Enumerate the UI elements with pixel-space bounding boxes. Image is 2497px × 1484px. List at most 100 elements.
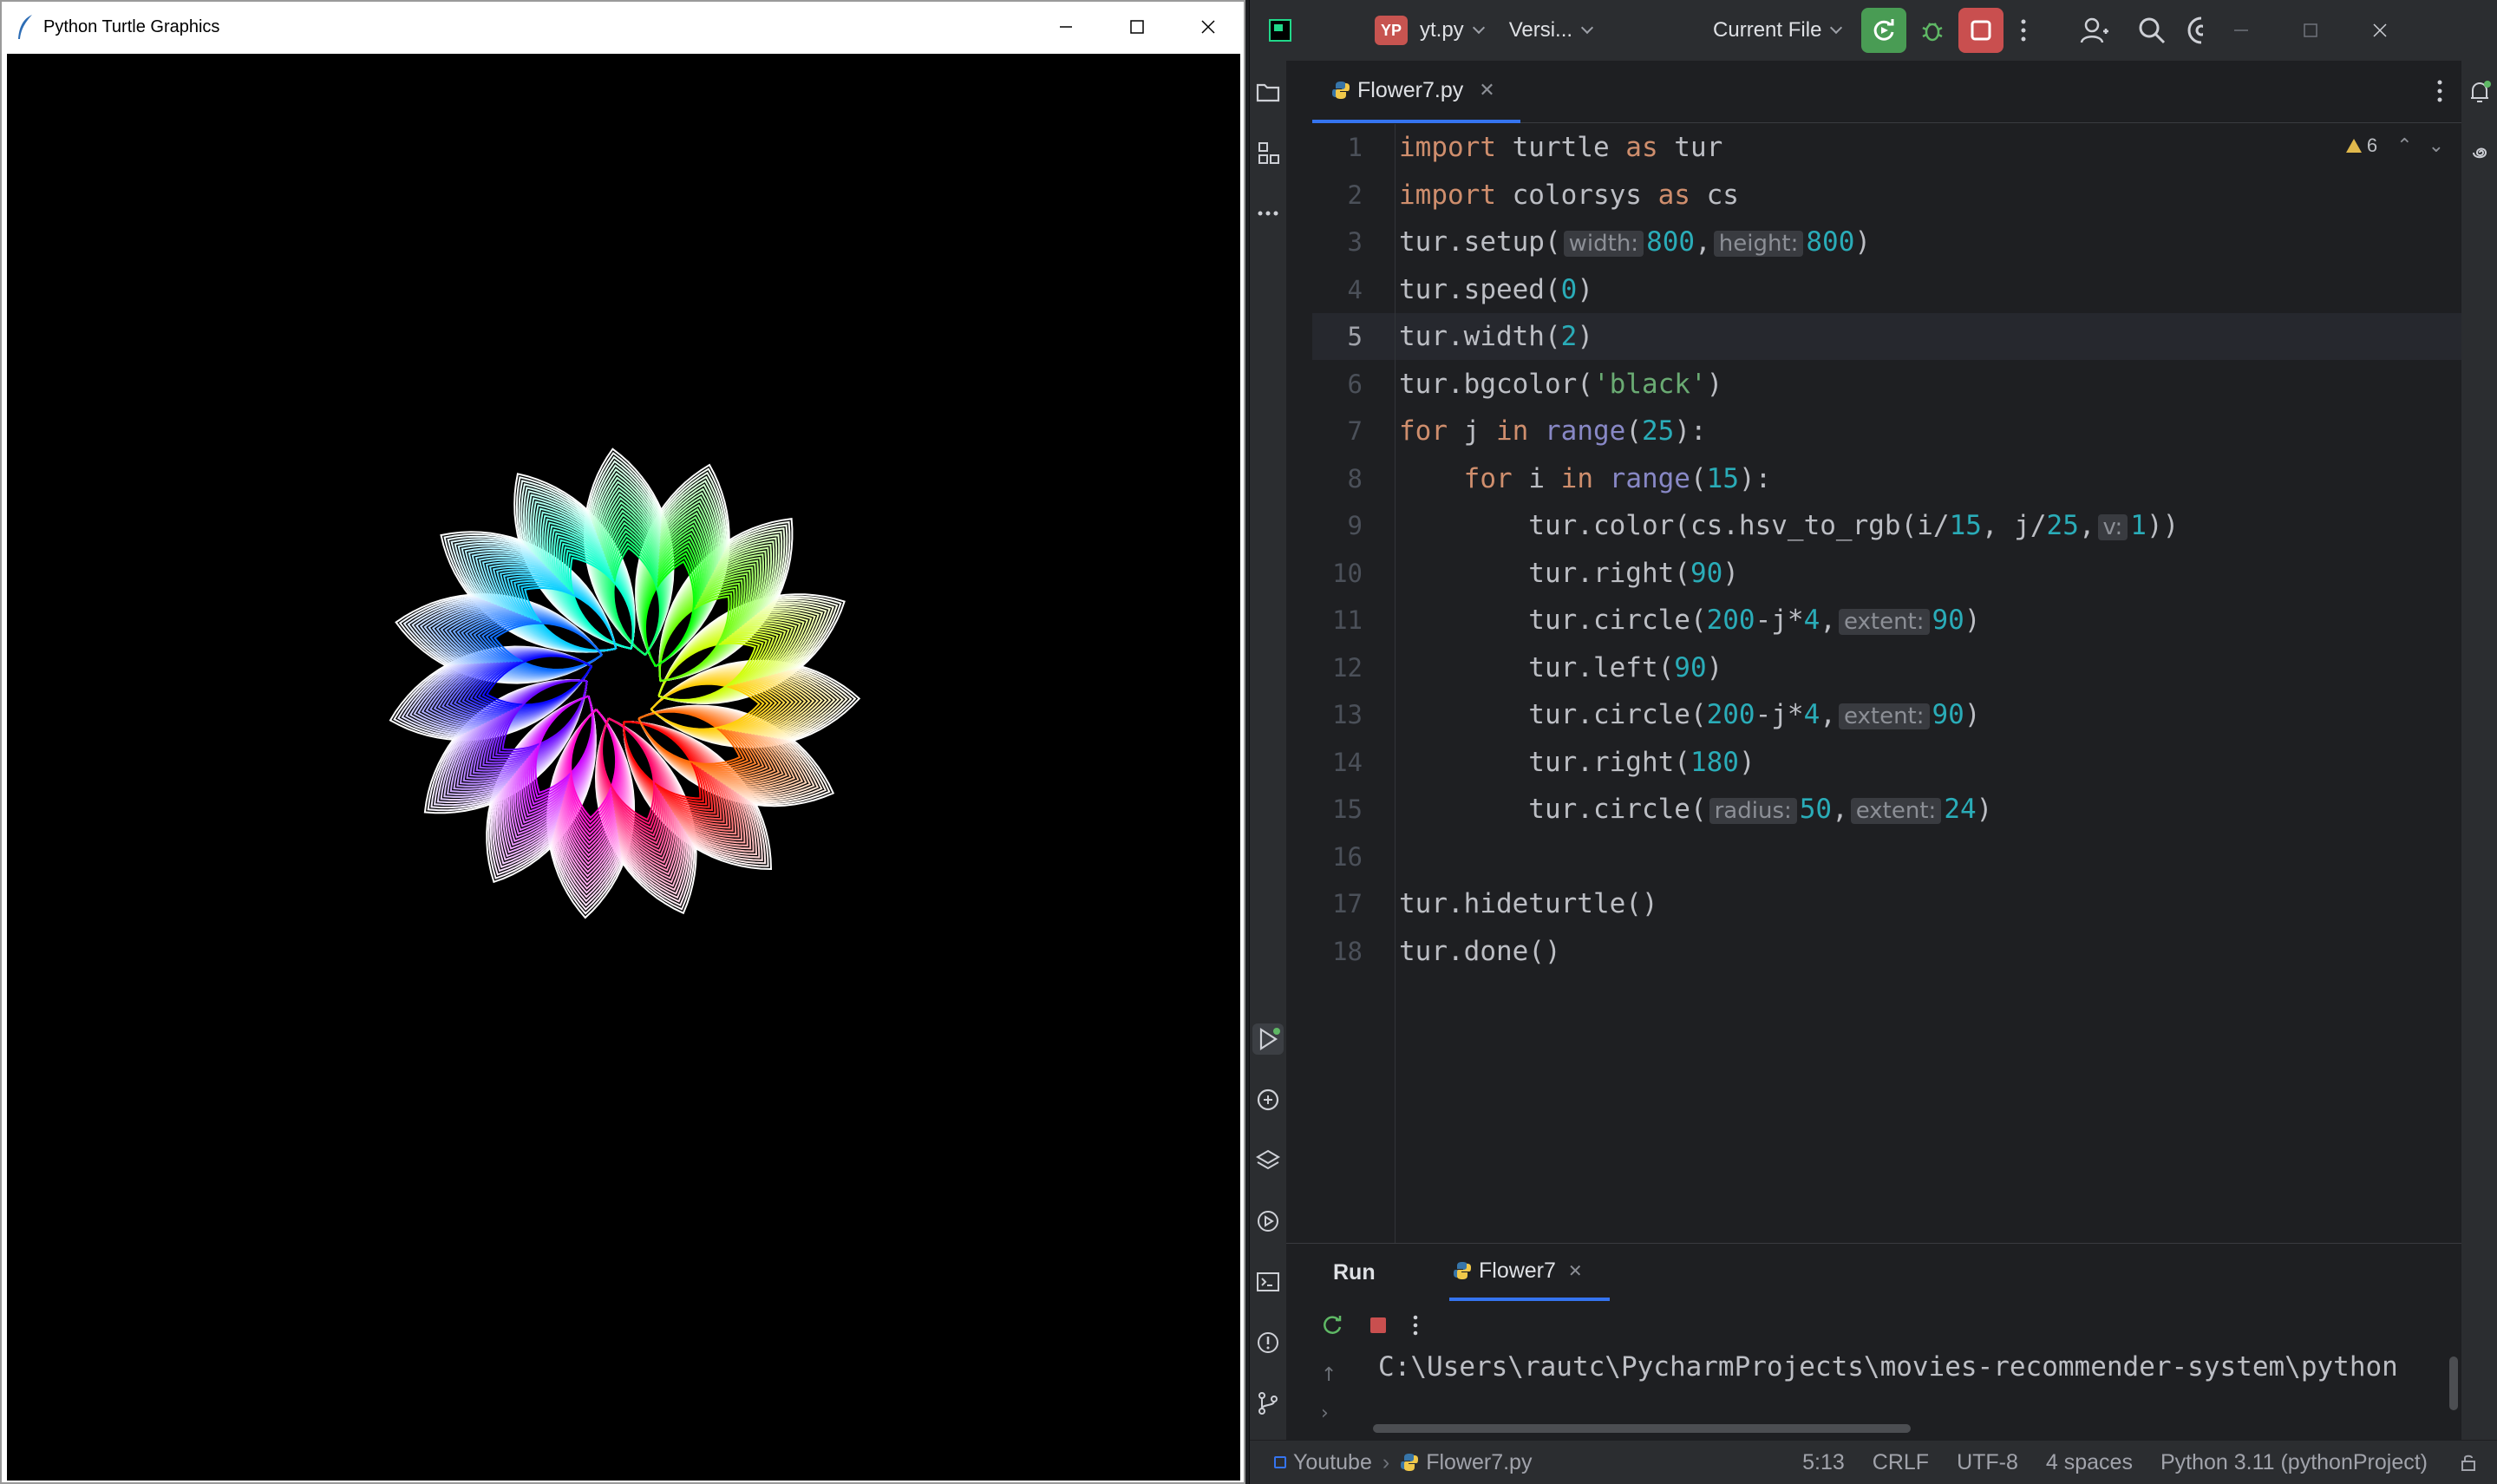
ide-maximize-button[interactable] bbox=[2302, 0, 2319, 61]
code-text: tur.bgcolor('black') bbox=[1399, 369, 1722, 400]
chevron-down-icon[interactable]: ⌄ bbox=[2428, 134, 2444, 157]
search-button[interactable] bbox=[2137, 0, 2167, 61]
window-title: Python Turtle Graphics bbox=[43, 16, 220, 36]
run-tab-flower7[interactable]: Flower7 ✕ bbox=[1449, 1244, 1610, 1301]
code-line[interactable]: 2 import colorsys as cs bbox=[1312, 172, 2461, 219]
tab-flower7[interactable]: Flower7.py ✕ bbox=[1312, 61, 1520, 123]
line-number: 2 bbox=[1347, 180, 1363, 210]
ide-minimize-button[interactable] bbox=[2232, 0, 2250, 61]
ai-assistant-button[interactable] bbox=[2464, 137, 2495, 168]
close-icon bbox=[1201, 20, 1215, 34]
code-line[interactable]: 17 tur.hideturtle() bbox=[1312, 880, 2461, 927]
rerun-icon[interactable] bbox=[1321, 1313, 1345, 1341]
run-tab-label: Flower7 bbox=[1479, 1258, 1556, 1283]
code-token: 800 bbox=[1806, 226, 1855, 258]
tab-options-button[interactable] bbox=[2435, 78, 2444, 108]
code-token: ( bbox=[1625, 415, 1642, 447]
more-vertical-icon[interactable] bbox=[1411, 1313, 1420, 1341]
caret-position[interactable]: 5:13 bbox=[1802, 1450, 1845, 1475]
code-line[interactable]: 15 tur.circle(radius: 50, extent: 24) bbox=[1312, 786, 2461, 833]
file-encoding[interactable]: UTF-8 bbox=[1957, 1450, 2018, 1475]
git-tool-button[interactable] bbox=[1252, 1388, 1284, 1419]
settings-button[interactable] bbox=[2187, 0, 2204, 61]
project-selector[interactable]: YP yt.py bbox=[1349, 0, 1485, 61]
code-line[interactable]: 1 import turtle as tur bbox=[1312, 124, 2461, 171]
code-line[interactable]: 9 tur.color(cs.hsv_to_rgb(i/15, j/25, v: 1… bbox=[1312, 502, 2461, 549]
code-line[interactable]: 18 tur.done() bbox=[1312, 928, 2461, 975]
scroll-up-icon[interactable]: ↑ bbox=[1321, 1357, 1337, 1395]
chevron-up-icon[interactable]: ⌃ bbox=[2396, 134, 2412, 157]
ide-close-button[interactable] bbox=[2371, 0, 2389, 61]
main-menu-button[interactable] bbox=[1323, 21, 1349, 40]
code-token: tur.setup( bbox=[1399, 226, 1561, 258]
code-line[interactable]: 11 tur.circle(200-j*4, extent: 90) bbox=[1312, 597, 2461, 644]
code-line[interactable]: 10 tur.right(90) bbox=[1312, 550, 2461, 597]
horizontal-scrollbar[interactable] bbox=[1373, 1424, 1911, 1433]
code-line[interactable]: 7 for j in range(25): bbox=[1312, 408, 2461, 454]
run-tool-button[interactable] bbox=[1252, 1023, 1284, 1055]
code-token: tur.speed( bbox=[1399, 273, 1561, 305]
code-line[interactable]: 16 bbox=[1312, 834, 2461, 880]
code-token: import bbox=[1399, 132, 1496, 163]
structure-tool-button[interactable] bbox=[1252, 137, 1284, 168]
terminal-tool-button[interactable] bbox=[1252, 1266, 1284, 1298]
vcs-selector[interactable]: Versi... bbox=[1509, 0, 1594, 61]
line-number: 10 bbox=[1332, 558, 1363, 588]
code-line[interactable]: 5 tur.width(2) bbox=[1312, 313, 2461, 360]
minimize-button[interactable] bbox=[1030, 2, 1101, 52]
line-separator[interactable]: CRLF bbox=[1873, 1450, 1929, 1475]
vertical-scrollbar[interactable] bbox=[2449, 1357, 2458, 1410]
indent-setting[interactable]: 4 spaces bbox=[2046, 1450, 2133, 1475]
code-line[interactable]: 4 tur.speed(0) bbox=[1312, 266, 2461, 313]
code-token: as bbox=[1657, 179, 1690, 211]
notifications-button[interactable] bbox=[2464, 76, 2495, 108]
debug-button[interactable] bbox=[1915, 13, 1950, 48]
code-token: , bbox=[1820, 605, 1836, 636]
code-line[interactable]: 12 tur.left(90) bbox=[1312, 644, 2461, 691]
rerun-icon bbox=[1874, 19, 1894, 41]
stop-icon[interactable] bbox=[1368, 1315, 1389, 1339]
code-line[interactable]: 3 tur.setup(width: 800, height: 800) bbox=[1312, 219, 2461, 265]
services-tool-button[interactable] bbox=[1252, 1206, 1284, 1237]
tab-close-icon[interactable]: ✕ bbox=[1479, 79, 1494, 101]
more-tools-button[interactable] bbox=[1252, 198, 1284, 229]
code-token: 200 bbox=[1706, 699, 1755, 730]
interpreter-selector[interactable]: Python 3.11 (pythonProject) bbox=[2160, 1450, 2428, 1475]
code-line[interactable]: 13 tur.circle(200-j*4, extent: 90) bbox=[1312, 691, 2461, 738]
code-text: for j in range(25): bbox=[1399, 415, 1707, 447]
close-button[interactable] bbox=[1173, 2, 1244, 52]
code-editor[interactable]: 1 import turtle as tur 2 import colorsys as… bbox=[1312, 124, 2461, 1243]
maximize-button[interactable] bbox=[1101, 2, 1173, 52]
breadcrumb-file[interactable]: Flower7.py bbox=[1426, 1450, 1532, 1475]
chevron-down-icon bbox=[1830, 21, 1843, 35]
code-line[interactable]: 6 tur.bgcolor('black') bbox=[1312, 361, 2461, 408]
breadcrumb-project[interactable]: Youtube bbox=[1293, 1450, 1372, 1475]
inspection-widget[interactable]: 6 ⌃ ⌄ bbox=[2345, 134, 2444, 157]
code-token: tur.hideturtle() bbox=[1399, 888, 1658, 919]
stop-button[interactable] bbox=[1958, 8, 2004, 53]
code-token: ) bbox=[1706, 368, 1723, 400]
code-token: )) bbox=[2146, 510, 2180, 541]
run-config-label: Current File bbox=[1713, 18, 1822, 42]
code-text: tur.speed(0) bbox=[1399, 274, 1593, 305]
more-actions-button[interactable] bbox=[2019, 0, 2028, 61]
spiral-icon bbox=[2473, 147, 2487, 159]
bug-icon bbox=[1922, 23, 1943, 42]
lock-icon[interactable] bbox=[2459, 1453, 2478, 1478]
code-with-me-button[interactable] bbox=[2080, 0, 2109, 61]
run-config-selector[interactable]: Current File bbox=[1713, 0, 1843, 61]
layers-tool-button[interactable] bbox=[1252, 1145, 1284, 1176]
python-packages-button[interactable] bbox=[1252, 1084, 1284, 1115]
code-token: , bbox=[1832, 794, 1848, 825]
problems-tool-button[interactable] bbox=[1252, 1327, 1284, 1358]
line-number: 14 bbox=[1332, 747, 1363, 777]
turtle-canvas[interactable] bbox=[7, 54, 1240, 1481]
code-text: tur.circle(radius: 50, extent: 24) bbox=[1399, 794, 1992, 825]
project-tool-button[interactable] bbox=[1252, 76, 1284, 108]
code-line[interactable]: 8 for i in range(15): bbox=[1312, 455, 2461, 502]
terminal-icon bbox=[1257, 1272, 1279, 1291]
expand-icon[interactable]: › bbox=[1321, 1395, 1337, 1433]
code-line[interactable]: 14 tur.right(180) bbox=[1312, 739, 2461, 786]
rerun-button[interactable] bbox=[1861, 8, 1907, 53]
run-tab-close-icon[interactable]: ✕ bbox=[1568, 1260, 1583, 1282]
